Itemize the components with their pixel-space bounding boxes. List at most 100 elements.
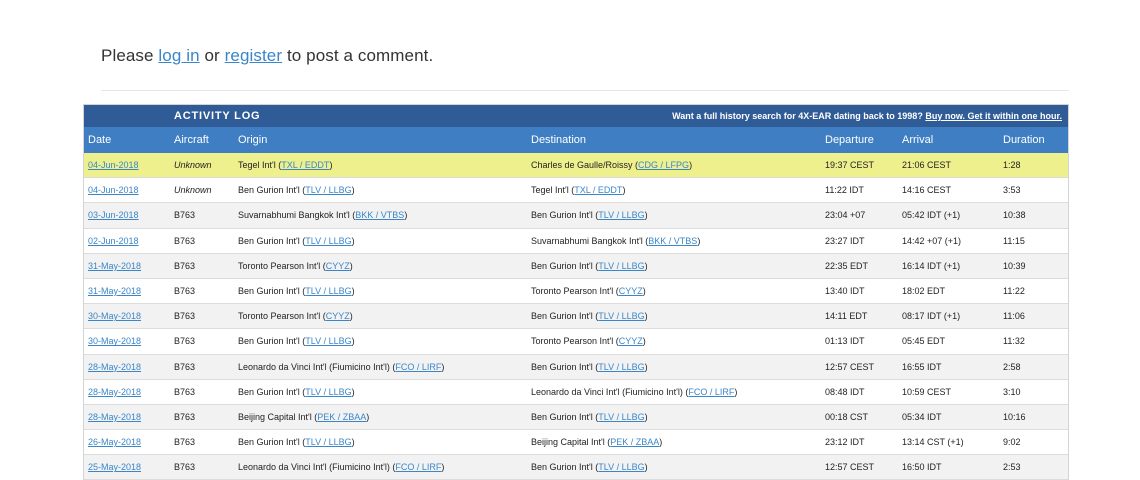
login-link[interactable]: log in: [158, 46, 199, 65]
table-row[interactable]: 04-Jun-2018 Unknown Ben Gurion Int'l (TLV …: [84, 177, 1068, 204]
destination-code-link[interactable]: CDG / LFPG: [638, 160, 689, 170]
history-promo: Want a full history search for 4X-EAR da…: [672, 111, 1062, 121]
origin-cell: Ben Gurion Int'l (TLV / LLBG): [234, 379, 527, 405]
departure-cell: 00:18 CST: [821, 404, 898, 431]
flight-date-link[interactable]: 04-Jun-2018: [88, 160, 139, 170]
destination-cell: Charles de Gaulle/Roissy (CDG / LFPG): [527, 153, 821, 179]
origin-cell: Beijing Capital Int'l (PEK / ZBAA): [234, 404, 527, 431]
activity-log-title: ACTIVITY LOG: [174, 110, 261, 122]
table-row[interactable]: 03-Jun-2018 B763 Suvarnabhumi Bangkok Int'…: [84, 202, 1068, 229]
flight-date-link[interactable]: 31-May-2018: [88, 286, 141, 296]
duration-cell: 11:15: [999, 228, 1068, 254]
flight-date-link[interactable]: 31-May-2018: [88, 261, 141, 271]
departure-cell: 01:13 IDT: [821, 328, 898, 355]
flight-date-link[interactable]: 02-Jun-2018: [88, 236, 139, 246]
aircraft-cell: B763: [170, 379, 234, 405]
departure-cell: 12:57 CEST: [821, 454, 898, 480]
arrival-cell: 21:06 CEST: [898, 153, 999, 179]
origin-cell: Ben Gurion Int'l (TLV / LLBG): [234, 228, 527, 254]
destination-name: Toronto Pearson Int'l: [531, 286, 614, 297]
origin-code-link[interactable]: TLV / LLBG: [305, 437, 351, 447]
origin-name: Beijing Capital Int'l: [238, 411, 312, 422]
table-row[interactable]: 04-Jun-2018 Unknown Tegel Int'l (TXL / EDD…: [84, 153, 1068, 179]
arrival-cell: 16:14 IDT (+1): [898, 253, 999, 279]
origin-code-link[interactable]: FCO / LIRF: [395, 362, 441, 372]
flight-date-link[interactable]: 28-May-2018: [88, 387, 141, 397]
flight-date-link[interactable]: 03-Jun-2018: [88, 210, 139, 220]
arrival-cell: 13:14 CST (+1): [898, 429, 999, 456]
origin-cell: Ben Gurion Int'l (TLV / LLBG): [234, 429, 527, 456]
column-header-duration[interactable]: Duration: [999, 127, 1068, 153]
table-row[interactable]: 31-May-2018 B763 Ben Gurion Int'l (TLV / L…: [84, 278, 1068, 305]
table-row[interactable]: 31-May-2018 B763 Toronto Pearson Int'l (CY…: [84, 253, 1068, 279]
destination-code-link[interactable]: TLV / LLBG: [598, 311, 644, 321]
table-row[interactable]: 28-May-2018 B763 Beijing Capital Int'l (PE…: [84, 404, 1068, 431]
origin-cell: Tegel Int'l (TXL / EDDT): [234, 153, 527, 179]
origin-code-link[interactable]: TLV / LLBG: [305, 387, 351, 397]
destination-code-link[interactable]: CYYZ: [619, 336, 643, 346]
column-header-date[interactable]: Date: [84, 127, 170, 153]
duration-cell: 2:58: [999, 354, 1068, 380]
destination-code-link[interactable]: FCO / LIRF: [688, 387, 734, 397]
arrival-cell: 05:42 IDT (+1): [898, 202, 999, 229]
table-row[interactable]: 28-May-2018 B763 Leonardo da Vinci Int'l (…: [84, 354, 1068, 380]
table-row[interactable]: 26-May-2018 B763 Ben Gurion Int'l (TLV / L…: [84, 429, 1068, 456]
destination-code-link[interactable]: TLV / LLBG: [598, 412, 644, 422]
aircraft-cell: B763: [170, 454, 234, 480]
destination-code-link[interactable]: TLV / LLBG: [598, 462, 644, 472]
register-link[interactable]: register: [225, 46, 283, 65]
activity-log: ACTIVITY LOG Want a full history search …: [83, 104, 1069, 480]
table-row[interactable]: 30-May-2018 B763 Toronto Pearson Int'l (CY…: [84, 303, 1068, 330]
origin-code-link[interactable]: BKK / VTBS: [355, 210, 404, 220]
destination-code-link[interactable]: TXL / EDDT: [574, 185, 622, 195]
destination-code-link[interactable]: TLV / LLBG: [598, 261, 644, 271]
section-divider: [101, 90, 1069, 91]
duration-cell: 1:28: [999, 153, 1068, 179]
destination-cell: Toronto Pearson Int'l (CYYZ): [527, 328, 821, 355]
date-cell: 02-Jun-2018: [84, 228, 170, 254]
column-header-arrival[interactable]: Arrival: [898, 127, 999, 153]
column-header-destination[interactable]: Destination: [527, 127, 821, 153]
arrival-cell: 16:55 IDT: [898, 354, 999, 380]
table-row[interactable]: 02-Jun-2018 B763 Ben Gurion Int'l (TLV / L…: [84, 228, 1068, 254]
arrival-cell: 14:42 +07 (+1): [898, 228, 999, 254]
date-cell: 26-May-2018: [84, 429, 170, 456]
destination-cell: Ben Gurion Int'l (TLV / LLBG): [527, 303, 821, 330]
origin-code-link[interactable]: TLV / LLBG: [305, 286, 351, 296]
origin-code-link[interactable]: CYYZ: [326, 261, 350, 271]
destination-code-link[interactable]: BKK / VTBS: [648, 236, 697, 246]
duration-cell: 3:53: [999, 177, 1068, 204]
flight-date-link[interactable]: 04-Jun-2018: [88, 185, 139, 195]
origin-code-link[interactable]: TXL / EDDT: [281, 160, 329, 170]
column-header-origin[interactable]: Origin: [234, 127, 527, 153]
column-header-aircraft[interactable]: Aircraft: [170, 127, 234, 153]
destination-cell: Ben Gurion Int'l (TLV / LLBG): [527, 202, 821, 229]
origin-code-link[interactable]: TLV / LLBG: [305, 236, 351, 246]
flight-date-link[interactable]: 30-May-2018: [88, 311, 141, 321]
flight-date-link[interactable]: 26-May-2018: [88, 437, 141, 447]
flight-date-link[interactable]: 25-May-2018: [88, 462, 141, 472]
destination-cell: Toronto Pearson Int'l (CYYZ): [527, 278, 821, 305]
duration-cell: 11:06: [999, 303, 1068, 330]
destination-code-link[interactable]: PEK / ZBAA: [610, 437, 659, 447]
flight-date-link[interactable]: 28-May-2018: [88, 362, 141, 372]
origin-code-link[interactable]: TLV / LLBG: [305, 185, 351, 195]
duration-cell: 11:32: [999, 328, 1068, 355]
destination-code-link[interactable]: TLV / LLBG: [598, 210, 644, 220]
flight-date-link[interactable]: 30-May-2018: [88, 336, 141, 346]
destination-name: Ben Gurion Int'l: [531, 260, 593, 271]
origin-code-link[interactable]: CYYZ: [326, 311, 350, 321]
origin-name: Ben Gurion Int'l: [238, 286, 300, 297]
table-row[interactable]: 25-May-2018 B763 Leonardo da Vinci Int'l (…: [84, 454, 1068, 480]
table-row[interactable]: 30-May-2018 B763 Ben Gurion Int'l (TLV / L…: [84, 328, 1068, 355]
table-row[interactable]: 28-May-2018 B763 Ben Gurion Int'l (TLV / L…: [84, 379, 1068, 405]
column-header-departure[interactable]: Departure: [821, 127, 898, 153]
flight-date-link[interactable]: 28-May-2018: [88, 412, 141, 422]
destination-code-link[interactable]: CYYZ: [619, 286, 643, 296]
destination-code-link[interactable]: TLV / LLBG: [598, 362, 644, 372]
origin-code-link[interactable]: FCO / LIRF: [395, 462, 441, 472]
destination-cell: Beijing Capital Int'l (PEK / ZBAA): [527, 429, 821, 456]
origin-code-link[interactable]: PEK / ZBAA: [317, 412, 366, 422]
origin-code-link[interactable]: TLV / LLBG: [305, 336, 351, 346]
buy-now-link[interactable]: Buy now. Get it within one hour.: [925, 111, 1062, 121]
